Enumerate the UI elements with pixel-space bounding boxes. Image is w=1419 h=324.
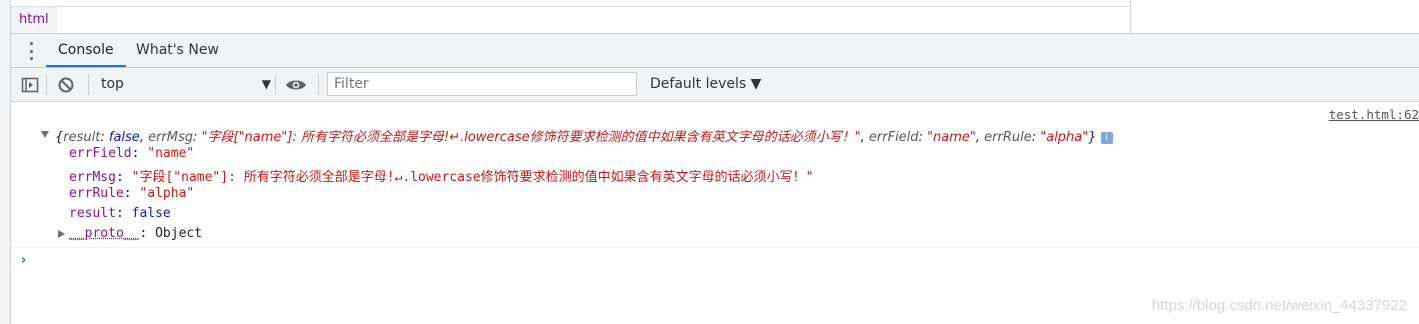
property-value: "name" — [147, 146, 195, 161]
context-selector-label: top — [101, 76, 124, 92]
property-key: result — [69, 206, 116, 221]
tab-console[interactable]: Console — [46, 34, 126, 67]
property-value: false — [131, 206, 171, 221]
toolbar-divider — [46, 74, 47, 95]
console-toolbar: top ▼ Default levels ▼ — [11, 68, 1419, 102]
more-tools-icon[interactable] — [23, 42, 39, 60]
object-summary[interactable]: {result: false, errMsg: "字段["name"]: 所有字… — [55, 126, 1113, 145]
summary-value: "name" — [927, 130, 976, 145]
property-key: errField — [69, 146, 132, 161]
summary-value: false — [108, 130, 140, 145]
toolbar-divider — [275, 74, 276, 95]
summary-value: "alpha" — [1040, 130, 1089, 145]
info-icon[interactable]: i — [1100, 132, 1113, 144]
property-row[interactable]: __proto__: Object — [69, 226, 202, 241]
panel-divider — [1130, 0, 1131, 33]
clear-console-icon[interactable] — [57, 76, 75, 94]
expand-arrow-icon[interactable] — [41, 131, 49, 138]
summary-key: errField — [868, 130, 919, 145]
console-prompt-icon[interactable]: › — [21, 253, 26, 268]
drawer-tabstrip: Console What's New — [11, 34, 1419, 68]
property-value: Object — [155, 226, 203, 241]
breadcrumb-item-html[interactable]: html — [11, 7, 57, 33]
property-row: errMsg: "字段["name"]: 所有字符必须全部是字母!↵.lower… — [69, 170, 814, 185]
eye-icon[interactable] — [285, 76, 307, 94]
breadcrumb-track: html — [11, 6, 1130, 33]
message-divider — [11, 247, 1419, 248]
property-key: errMsg — [69, 170, 116, 185]
expand-arrow-icon[interactable] — [58, 230, 65, 238]
breadcrumb: html — [11, 0, 1419, 34]
context-selector[interactable]: top ▼ — [101, 68, 271, 101]
property-value: "alpha" — [139, 186, 195, 201]
property-key: errRule — [69, 186, 124, 201]
sidebar-toggle-icon[interactable] — [21, 76, 39, 94]
triangle-down-icon: ▼ — [261, 77, 271, 91]
property-row: errField: "name" — [69, 146, 195, 161]
log-levels-dropdown[interactable]: Default levels ▼ — [650, 68, 761, 101]
watermark: https://blog.csdn.net/weixin_44337922 — [1151, 297, 1407, 314]
toolbar-divider — [318, 74, 319, 95]
console-messages: test.html:62 {result: false, errMsg: "字段… — [11, 102, 1419, 324]
brace-close: } — [1088, 130, 1097, 145]
property-value: "字段["name"]: 所有字符必须全部是字母!↵.lowercase修饰符要… — [131, 170, 814, 185]
left-gutter — [0, 0, 11, 324]
property-row: errRule: "alpha" — [69, 186, 195, 201]
toolbar-divider — [88, 74, 89, 95]
summary-key: errMsg — [148, 130, 194, 145]
property-key: __proto__ — [69, 226, 140, 241]
summary-value: "字段["name"]: 所有字符必须全部是字母!↵.lowercase修饰符要… — [201, 130, 861, 145]
tab-whats-new[interactable]: What's New — [124, 34, 231, 67]
source-link[interactable]: test.html:62 — [1329, 107, 1419, 122]
summary-key: result — [63, 130, 101, 145]
filter-input[interactable] — [327, 72, 637, 96]
summary-key: errRule — [984, 130, 1032, 145]
property-row: result: false — [69, 206, 171, 221]
